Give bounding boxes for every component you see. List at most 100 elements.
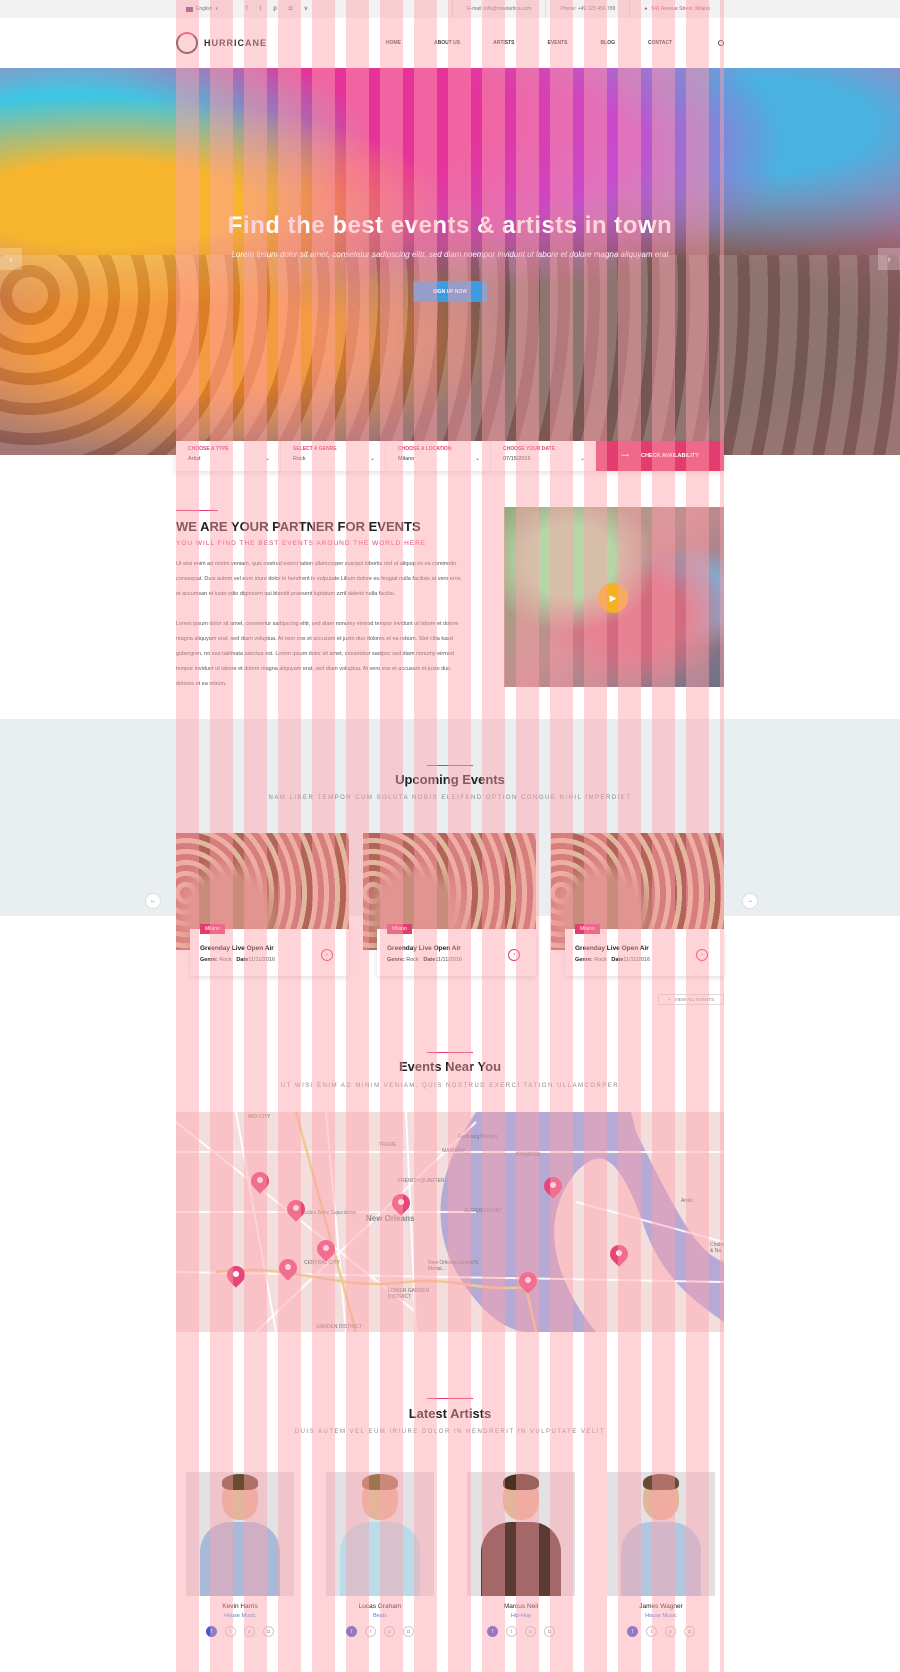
sign-up-button[interactable]: SIGN UP NOW: [413, 281, 487, 302]
arrow-right-icon[interactable]: ›: [508, 949, 520, 961]
map-label: GARDEN DISTRICT: [316, 1324, 362, 1330]
twitter-icon[interactable]: t: [260, 6, 262, 12]
type-select[interactable]: CHOOSE A TYPE Artist ⌄: [176, 441, 281, 471]
map-pin-icon[interactable]: [519, 1272, 537, 1296]
arrow-right-icon: ⟶: [621, 453, 629, 459]
pinterest-icon[interactable]: p: [525, 1626, 536, 1637]
nav-artists[interactable]: ARTISTS: [493, 40, 514, 46]
artists-subtitle: DUIS AUTEM VEL EUM IRIURE DOLOR IN HENDR…: [294, 1429, 606, 1435]
instagram-icon[interactable]: ◘: [403, 1626, 414, 1637]
artist-photo: [186, 1472, 294, 1596]
partner-paragraph-1: Ut wisi enim ad minim veniam, quis nostr…: [176, 557, 486, 602]
near-subtitle: UT WISI ENIM AD MINIM VENIAM, QUIS NOSTR…: [280, 1083, 620, 1089]
genre-value: Rock: [293, 456, 306, 462]
pinterest-icon[interactable]: p: [273, 6, 276, 12]
chevron-down-icon: ▾: [215, 6, 218, 12]
pinterest-icon[interactable]: p: [384, 1626, 395, 1637]
genre-select[interactable]: SELECT A GENRE Rock ⌄: [281, 441, 386, 471]
partner-line: et accumsan et iusto odio dignissim qui …: [176, 591, 396, 597]
partner-line: dolores et ea rebum.: [176, 681, 227, 687]
map-pin-icon[interactable]: [279, 1259, 297, 1283]
vimeo-icon[interactable]: v: [304, 6, 307, 12]
twitter-icon[interactable]: t: [225, 1626, 236, 1637]
artist-name[interactable]: Lucas Graham: [326, 1603, 434, 1610]
instagram-icon[interactable]: ◘: [544, 1626, 555, 1637]
date-value: 07/15/2016: [503, 456, 531, 462]
carousel-prev-icon[interactable]: ←: [145, 893, 161, 909]
map-label: BYWATER: [516, 1152, 541, 1158]
artist-genre: House Music: [645, 1613, 677, 1619]
river: [440, 1112, 724, 1332]
logo-icon: [176, 32, 198, 54]
view-all-events-button[interactable]: + VIEW ALL EVENTS: [658, 994, 724, 1005]
pinterest-icon[interactable]: p: [244, 1626, 255, 1637]
event-card[interactable]: Milano Greenday Live Open Air Genre: Roc…: [176, 833, 349, 976]
artist-genre: House Music: [224, 1613, 256, 1619]
facebook-icon[interactable]: f: [206, 1626, 217, 1637]
nav-about-us[interactable]: ABOUT US: [434, 40, 460, 46]
artist-photo: [326, 1472, 434, 1596]
facebook-icon[interactable]: f: [346, 1626, 357, 1637]
email-info[interactable]: E-mail: info@meetartica.com: [452, 0, 545, 18]
event-name: Greenday Live Open Air: [387, 945, 461, 952]
logo[interactable]: HURRICANE: [176, 32, 267, 54]
artist-card[interactable]: Marcus Neil Hip-Hop f t p ◘: [467, 1472, 575, 1637]
event-card[interactable]: Milano Greenday Live Open Air Genre: Roc…: [363, 833, 536, 976]
map-pin-icon[interactable]: [610, 1245, 628, 1269]
artist-card[interactable]: Lucas Graham Beats f t p ◘: [326, 1472, 434, 1637]
pinterest-icon[interactable]: p: [665, 1626, 676, 1637]
chevron-down-icon: ⌄: [264, 456, 270, 462]
search-icon[interactable]: [718, 40, 724, 46]
map-pin-icon[interactable]: [287, 1200, 305, 1224]
nav-home[interactable]: HOME: [386, 40, 401, 46]
instagram-icon[interactable]: ◘: [289, 6, 293, 12]
artist-card[interactable]: James Wagner House Music f t p ◘: [607, 1472, 715, 1637]
map-pin-icon[interactable]: [251, 1172, 269, 1196]
event-location-tag: Milano: [387, 924, 412, 934]
nav-blog[interactable]: BLOG: [601, 40, 615, 46]
event-card[interactable]: Milano Greenday Live Open Air Genre: Roc…: [551, 833, 724, 976]
artist-name[interactable]: Marcus Neil: [467, 1603, 575, 1610]
location-label: CHOOSE A LOCATION: [398, 446, 452, 452]
section-divider: [427, 1052, 473, 1053]
map-pin-icon[interactable]: [544, 1177, 562, 1201]
partner-title: WE ARE YOUR PARTNER FOR EVENTS: [176, 519, 421, 534]
facebook-icon[interactable]: f: [627, 1626, 638, 1637]
artist-genre: Hip-Hop: [510, 1613, 532, 1619]
map-pin-icon[interactable]: [227, 1266, 245, 1290]
logo-text: HURRICANE: [204, 38, 267, 48]
map-label: ALGIERS POINT: [464, 1208, 503, 1214]
facebook-icon[interactable]: f: [246, 6, 248, 12]
map-pin-icon[interactable]: [317, 1240, 335, 1264]
instagram-icon[interactable]: ◘: [684, 1626, 695, 1637]
slider-next-arrow-icon[interactable]: ›: [878, 248, 900, 270]
arrow-right-icon[interactable]: ›: [321, 949, 333, 961]
language-selector[interactable]: English ▾: [176, 6, 232, 12]
play-icon[interactable]: ▶: [598, 583, 628, 613]
event-search-form: CHOOSE A TYPE Artist ⌄ SELECT A GENRE Ro…: [176, 441, 724, 471]
chevron-down-icon: ⌄: [474, 456, 480, 462]
events-map[interactable]: MID-CITY TREME Faubourg Marigny MARIGNY …: [176, 1112, 724, 1332]
upcoming-subtitle: NAM LIBER TEMPOR CUM SOLUTA NOBIS ELEIFE…: [268, 795, 632, 801]
nav-events[interactable]: EVENTS: [548, 40, 568, 46]
artist-name[interactable]: Kevin Harris: [186, 1603, 294, 1610]
twitter-icon[interactable]: t: [646, 1626, 657, 1637]
artist-card[interactable]: Kevin Harris House Music f t p ◘: [186, 1472, 294, 1637]
phone-info[interactable]: Phone: +49 123 456 789: [545, 0, 629, 18]
twitter-icon[interactable]: t: [506, 1626, 517, 1637]
slider-prev-arrow-icon[interactable]: ‹: [0, 248, 22, 270]
carousel-next-icon[interactable]: →: [742, 893, 758, 909]
map-pin-icon[interactable]: [392, 1194, 410, 1218]
date-picker[interactable]: CHOOSE YOUR DATE 07/15/2016 ⌄: [491, 441, 596, 471]
arrow-right-icon[interactable]: ›: [696, 949, 708, 961]
location-select[interactable]: CHOOSE A LOCATION Milano ⌄: [386, 441, 491, 471]
partner-video[interactable]: ▶: [504, 507, 724, 687]
nav-contact[interactable]: CONTACT: [648, 40, 672, 46]
instagram-icon[interactable]: ◘: [263, 1626, 274, 1637]
hero-title: Find the best events & artists in town: [227, 212, 673, 239]
facebook-icon[interactable]: f: [487, 1626, 498, 1637]
twitter-icon[interactable]: t: [365, 1626, 376, 1637]
artist-name[interactable]: James Wagner: [607, 1603, 715, 1610]
partner-line: consequat. Duis autem vel eum iriure dol…: [176, 576, 461, 582]
check-availability-button[interactable]: ⟶ CHECK AVAILABILITY: [596, 441, 724, 471]
